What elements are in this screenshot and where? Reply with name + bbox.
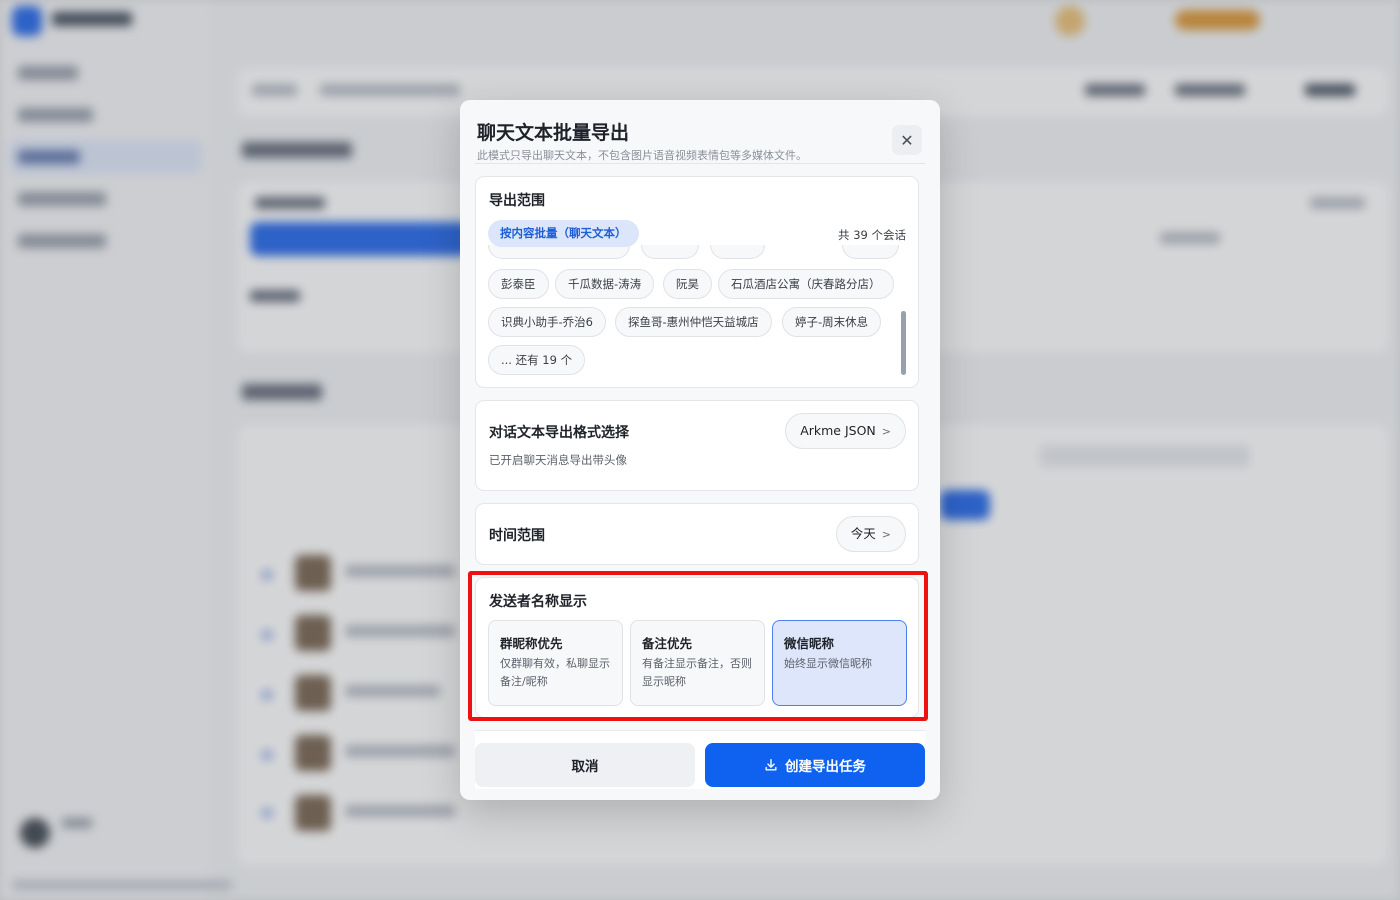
create-export-label: 创建导出任务	[785, 759, 866, 775]
export-scope-title: 导出范围	[489, 193, 545, 209]
format-select[interactable]: Arkme JSON >	[785, 413, 906, 449]
scope-mode-badge[interactable]: 按内容批量（聊天文本）	[488, 220, 639, 247]
export-scope-card: 导出范围 按内容批量（聊天文本） 共 39 个会话 彭泰臣 千瓜数据-涛涛 阮昊…	[475, 176, 919, 388]
session-chip[interactable]: 婷子-周末休息	[782, 307, 882, 337]
session-chip[interactable]: 探鱼哥-惠州仲恺天益城店	[615, 307, 772, 337]
sender-name-card: 发送者名称显示 群昵称优先 仅群聊有效，私聊显示备注/昵称 备注优先 有备注显示…	[475, 577, 919, 718]
more-sessions-chip[interactable]: ... 还有 19 个	[488, 345, 586, 375]
format-subtitle: 已开启聊天消息导出带头像	[489, 453, 627, 467]
time-range-title: 时间范围	[489, 528, 545, 544]
close-icon: ✕	[900, 130, 914, 150]
download-icon	[765, 759, 777, 771]
session-chip[interactable]: 千瓜数据-涛涛	[555, 269, 655, 299]
format-title: 对话文本导出格式选择	[489, 425, 629, 441]
option-title: 微信昵称	[784, 636, 835, 651]
option-desc: 有备注显示备注，否则显示昵称	[642, 657, 752, 688]
option-title: 备注优先	[642, 636, 693, 651]
scope-scrollbar[interactable]	[901, 311, 906, 375]
dialog-title: 聊天文本批量导出	[477, 122, 630, 144]
time-range-card: 时间范围 今天 >	[475, 503, 919, 565]
session-chip[interactable]: 阮昊	[663, 269, 712, 299]
option-group-nickname-first[interactable]: 群昵称优先 仅群聊有效，私聊显示备注/昵称	[488, 620, 623, 706]
format-card: 对话文本导出格式选择 已开启聊天消息导出带头像 Arkme JSON >	[475, 400, 919, 491]
create-export-button[interactable]: 创建导出任务	[705, 743, 925, 787]
option-desc: 始终显示微信昵称	[784, 657, 872, 670]
session-count: 共 39 个会话	[838, 228, 906, 242]
option-remark-first[interactable]: 备注优先 有备注显示备注，否则显示昵称	[630, 620, 765, 706]
cancel-label: 取消	[571, 759, 599, 775]
time-range-select[interactable]: 今天 >	[835, 516, 906, 552]
sender-name-title: 发送者名称显示	[489, 594, 587, 610]
session-chip[interactable]: 石瓜酒店公寓（庆春路分店）	[718, 269, 894, 299]
chevron-right-icon: >	[881, 425, 891, 438]
format-value: Arkme JSON	[800, 423, 876, 438]
session-chip[interactable]: 彭泰臣	[488, 269, 549, 299]
session-chip[interactable]: 识典小助手-乔治6	[488, 307, 606, 337]
header-divider	[475, 163, 925, 164]
option-desc: 仅群聊有效，私聊显示备注/昵称	[500, 657, 610, 688]
option-title: 群昵称优先	[500, 636, 563, 651]
dialog-subtitle: 此模式只导出聊天文本，不包含图片语音视频表情包等多媒体文件。	[477, 149, 807, 162]
export-dialog: 聊天文本批量导出 此模式只导出聊天文本，不包含图片语音视频表情包等多媒体文件。 …	[460, 100, 940, 800]
option-wechat-nickname[interactable]: 微信昵称 始终显示微信昵称	[772, 620, 907, 706]
time-range-value: 今天	[850, 526, 876, 541]
close-button[interactable]: ✕	[892, 125, 922, 155]
cancel-button[interactable]: 取消	[475, 743, 695, 787]
chevron-right-icon: >	[881, 528, 891, 541]
